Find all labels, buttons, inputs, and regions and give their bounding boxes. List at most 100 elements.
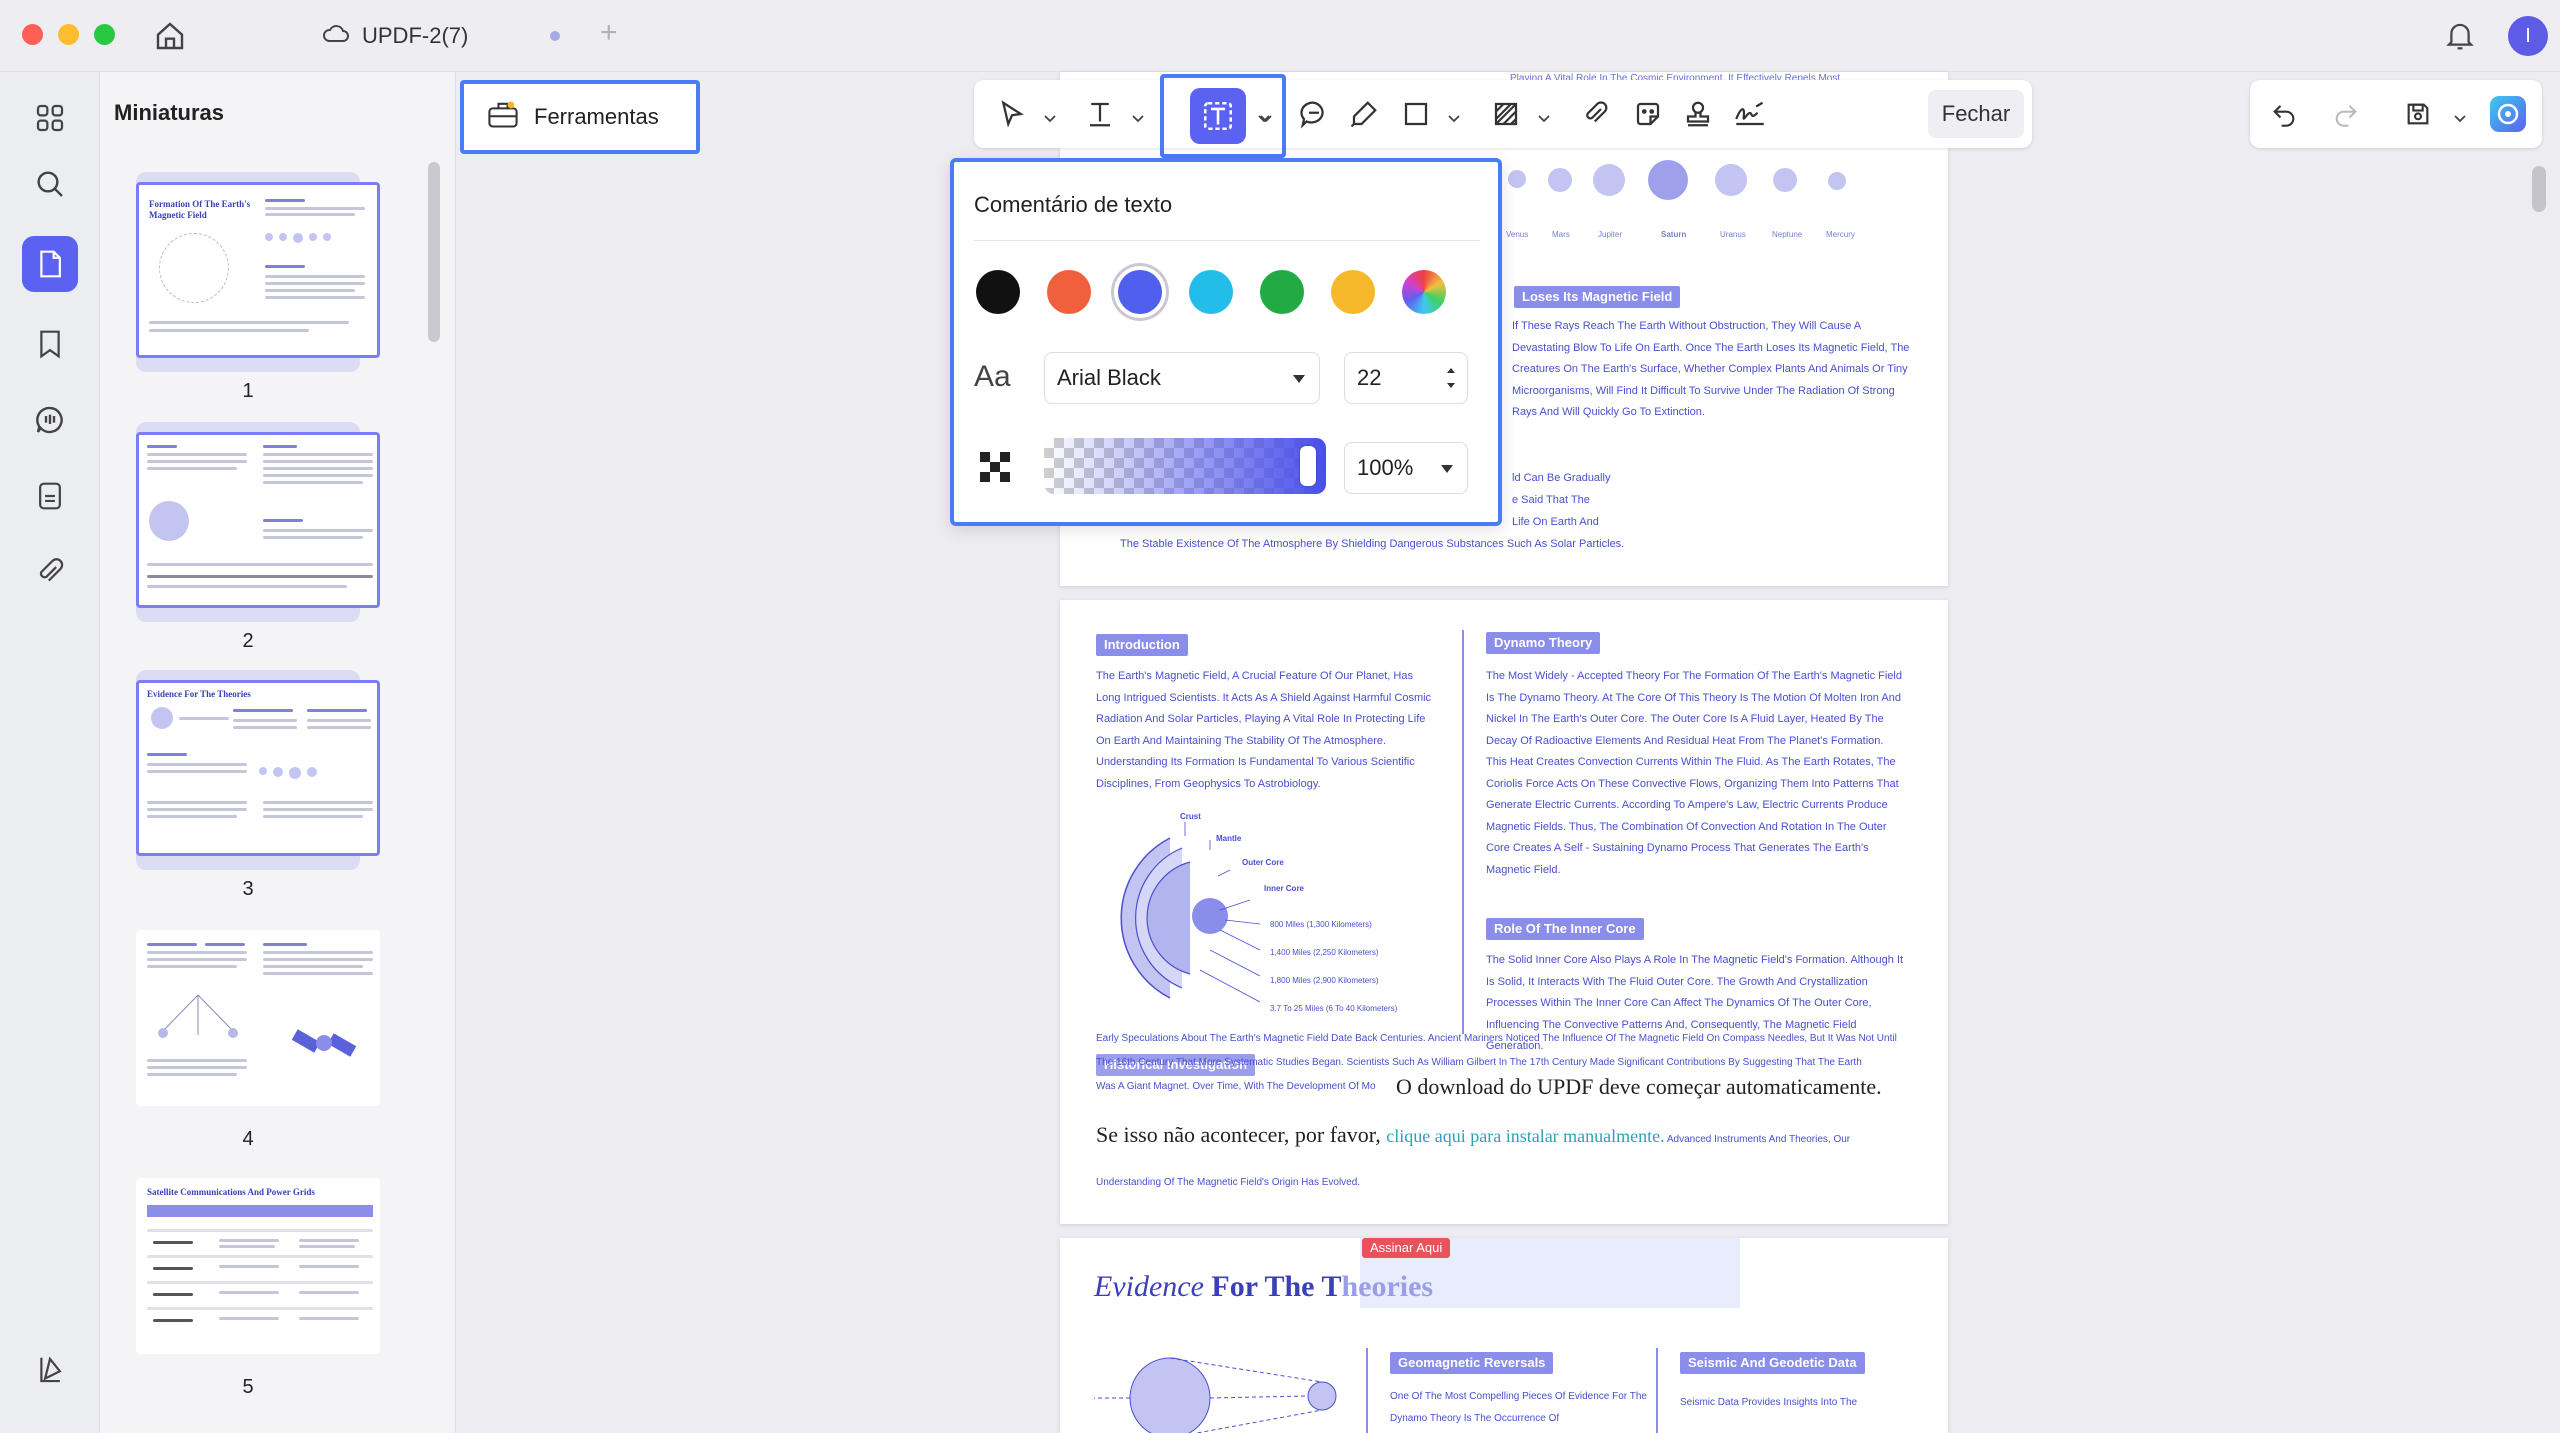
text-comment-popup: Comentário de texto Aa Arial Black 22 10… [950, 158, 1502, 526]
pdf-page-2[interactable]: Introduction The Earth's Magnetic Field,… [1060, 600, 1948, 1224]
color-picker-rainbow[interactable] [1402, 270, 1446, 314]
color-swatch-cyan[interactable] [1189, 270, 1233, 314]
paragraph: One Of The Most Compelling Pieces Of Evi… [1390, 1391, 1647, 1424]
thumbnail-page-5[interactable]: Satellite Communications And Power Grids [136, 1168, 380, 1399]
sticker-icon[interactable] [1624, 90, 1672, 138]
color-swatch-black[interactable] [976, 270, 1020, 314]
history-line: Was A Giant Magnet. Over Time, With The … [1096, 1081, 1376, 1092]
opacity-select[interactable]: 100% [1344, 442, 1468, 494]
apps-grid-icon[interactable] [22, 90, 78, 146]
download-tail-text: Advanced Instruments And Theories, Our [1664, 1134, 1851, 1145]
right-toolbar [2250, 80, 2542, 148]
toolbox-icon [486, 98, 520, 136]
planet-jupiter [1593, 164, 1625, 196]
comment-bubble-icon[interactable] [1290, 90, 1338, 138]
thumbnail-page-1[interactable]: Formation Of The Earth's Magnetic Field … [136, 172, 380, 403]
popup-title: Comentário de texto [974, 192, 1173, 217]
thumbnail-number: 4 [242, 1128, 254, 1150]
chevron-down-icon[interactable] [1448, 110, 1460, 123]
color-swatch-orange[interactable] [1047, 270, 1091, 314]
hatch-area-icon[interactable] [1482, 90, 1530, 138]
thumbnail-page-2[interactable]: 2 [136, 422, 380, 653]
thumbnail-number: 5 [242, 1376, 254, 1398]
left-rail [0, 72, 100, 1433]
color-swatch-yellow[interactable] [1331, 270, 1375, 314]
signature-icon[interactable] [1726, 90, 1774, 138]
document-tab[interactable]: UPDF-2(7) [322, 16, 468, 56]
opacity-slider-handle[interactable] [1300, 446, 1316, 486]
chevron-down-icon[interactable] [1538, 110, 1550, 123]
avatar[interactable]: I [2508, 16, 2548, 56]
chevron-down-icon[interactable] [1132, 110, 1144, 123]
planet-mercury [1828, 172, 1846, 190]
thumbnail-page-3[interactable]: Evidence For The Theories 3 [136, 670, 380, 901]
close-tools-button[interactable]: Fechar [1928, 90, 2024, 138]
diagram-label: Outer Core [1242, 858, 1284, 867]
tools-label: Ferramentas [534, 104, 659, 129]
paragraph-fragment: ld Can Be Gradually [1512, 472, 1611, 484]
text-comment-tool-button[interactable] [1190, 88, 1246, 144]
sign-here-badge[interactable]: Assinar Aqui [1362, 1238, 1451, 1258]
paragraph: Seismic Data Provides Insights Into The [1680, 1397, 1858, 1408]
ai-assistant-icon[interactable] [2484, 90, 2532, 138]
select-pointer-icon[interactable] [988, 90, 1036, 138]
layers-icon[interactable] [22, 1342, 78, 1398]
chevron-down-icon[interactable] [2454, 110, 2466, 123]
diagram-label: 800 Miles (1,300 Kilometers) [1270, 920, 1372, 929]
thumbnails-panel: Miniaturas Formation Of The Earth's Magn… [100, 72, 456, 1433]
bell-icon[interactable] [2440, 16, 2480, 56]
text-insert-icon[interactable] [1076, 90, 1124, 138]
pdf-page-3[interactable]: Assinar Aqui Evidence For The Theories G… [1060, 1238, 1948, 1433]
search-icon[interactable] [22, 156, 78, 212]
section-tag: Loses Its Magnetic Field [1514, 286, 1681, 308]
section-tag: Seismic And Geodetic Data [1680, 1352, 1865, 1374]
bookmark-icon[interactable] [22, 316, 78, 372]
thumbnails-icon[interactable] [22, 236, 78, 292]
font-family-value: Arial Black [1057, 365, 1161, 390]
maximize-window-button[interactable] [94, 24, 115, 45]
tools-button[interactable]: Ferramentas [460, 80, 700, 154]
planet-label: Uranus [1720, 230, 1746, 239]
font-size-stepper[interactable]: 22 [1344, 352, 1468, 404]
rectangle-shape-icon[interactable] [1392, 90, 1440, 138]
thumbnail-page-4[interactable]: 4 [136, 920, 380, 1151]
opacity-slider[interactable] [1044, 438, 1326, 494]
color-swatch-green[interactable] [1260, 270, 1304, 314]
thumbnail-number: 1 [242, 380, 254, 402]
thumb-title: Formation Of The Earth's Magnetic Field [149, 199, 251, 220]
chevron-down-icon[interactable] [1044, 110, 1056, 123]
undo-icon[interactable] [2260, 90, 2308, 138]
attachment-icon[interactable] [22, 544, 78, 600]
comments-icon[interactable] [22, 392, 78, 448]
home-icon[interactable] [150, 18, 190, 54]
highlighter-icon[interactable] [1340, 90, 1388, 138]
thumbnail-number: 3 [242, 878, 254, 900]
satellite-figure [291, 1029, 357, 1057]
minimize-window-button[interactable] [58, 24, 79, 45]
paragraph: The Stable Existence Of The Atmosphere B… [1120, 538, 1625, 550]
paperclip-icon[interactable] [1572, 90, 1620, 138]
color-swatch-blue[interactable] [1118, 270, 1162, 314]
save-icon[interactable] [2394, 90, 2442, 138]
manual-install-link[interactable]: clique aqui para instalar manualmente. [1386, 1126, 1664, 1146]
close-window-button[interactable] [22, 24, 43, 45]
form-icon[interactable] [22, 468, 78, 524]
opacity-value: 100% [1357, 455, 1414, 480]
dynamo-paragraph: The Most Widely - Accepted Theory For Th… [1486, 670, 1902, 876]
thumbnails-scrollbar[interactable] [428, 162, 440, 342]
font-family-select[interactable]: Arial Black [1044, 352, 1320, 404]
stepper-arrows-icon[interactable] [1445, 363, 1457, 393]
stamp-icon[interactable] [1674, 90, 1722, 138]
document-scrollbar[interactable] [2532, 166, 2546, 212]
diagram-label: 3.7 To 25 Miles (6 To 40 Kilometers) [1270, 1004, 1398, 1013]
diagram-label: Crust [1180, 812, 1201, 821]
chevron-down-icon[interactable] [1258, 110, 1270, 123]
annotation-toolbar [974, 80, 2032, 148]
new-tab-button[interactable]: + [600, 16, 618, 50]
document-title: UPDF-2(7) [362, 23, 469, 48]
redo-icon[interactable] [2322, 90, 2370, 138]
paragraph-fragment: Life On Earth And [1512, 516, 1599, 528]
planet-label: Saturn [1661, 230, 1687, 239]
download-fallback-text: Se isso não acontecer, por favor, [1096, 1122, 1387, 1147]
intro-paragraph: The Earth's Magnetic Field, A Crucial Fe… [1096, 670, 1432, 790]
